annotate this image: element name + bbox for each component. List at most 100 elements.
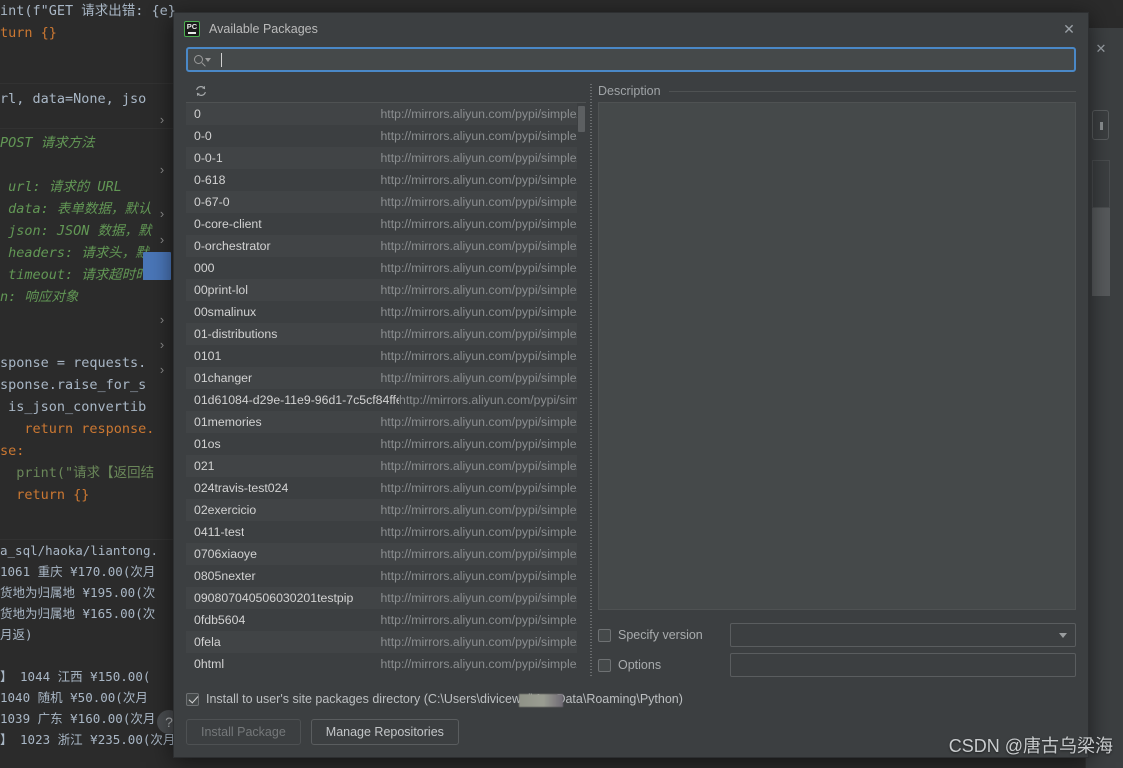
package-repository-url: http://mirrors.aliyun.com/pypi/simple/ <box>380 547 580 561</box>
package-name: 0 <box>194 107 201 121</box>
package-name: 0html <box>194 657 225 671</box>
package-repository-url: http://mirrors.aliyun.com/pypi/simple/ <box>380 591 580 605</box>
package-list: 0 http://mirrors.aliyun.com/pypi/simple/0… <box>186 103 586 680</box>
package-row[interactable]: 0706xiaoye http://mirrors.aliyun.com/pypi… <box>186 543 586 565</box>
fold-chevron-icon[interactable]: › <box>155 313 169 327</box>
refresh-icon[interactable] <box>194 84 208 98</box>
package-list-pane: 0 http://mirrors.aliyun.com/pypi/simple/0… <box>186 80 586 680</box>
package-repository-url: http://mirrors.aliyun.com/pypi/simple/ <box>380 217 580 231</box>
package-repository-url: http://mirrors.aliyun.com/pypi/simple/ <box>380 371 580 385</box>
options-label: Options <box>618 658 662 672</box>
package-row[interactable]: 01os http://mirrors.aliyun.com/pypi/simpl… <box>186 433 586 455</box>
search-row <box>174 45 1088 80</box>
package-name: 0-67-0 <box>194 195 230 209</box>
fold-chevron-icon[interactable]: › <box>155 338 169 352</box>
description-pane: Description Specify version Options <box>596 80 1076 680</box>
install-package-button[interactable]: Install Package <box>186 719 301 745</box>
fold-chevron-icon[interactable]: › <box>155 207 169 221</box>
background-window-close-icon[interactable]: ✕ <box>1094 42 1108 56</box>
fold-chevron-icon[interactable]: › <box>155 363 169 377</box>
background-tool-tab[interactable] <box>1092 110 1109 140</box>
package-row[interactable]: 00print-lol http://mirrors.aliyun.com/pyp… <box>186 279 586 301</box>
search-box[interactable] <box>186 47 1076 72</box>
package-name: 01d61084-d29e-11e9-96d1-7c5cf84ffe8e <box>194 393 399 407</box>
editor-scrollbar-thumb[interactable] <box>143 252 171 280</box>
package-repository-url: http://mirrors.aliyun.com/pypi/simple/ <box>380 437 580 451</box>
package-repository-url: http://mirrors.aliyun.com/pypi/simple/ <box>380 525 580 539</box>
manage-repositories-button[interactable]: Manage Repositories <box>310 719 459 745</box>
package-row[interactable]: 0-orchestrator http://mirrors.aliyun.com/… <box>186 235 586 257</box>
package-repository-url: http://mirrors.aliyun.com/pypi/simple/ <box>380 481 580 495</box>
package-name: 0411-test <box>194 525 245 539</box>
package-list-scrollbar-thumb[interactable] <box>578 106 585 132</box>
package-name: 00print-lol <box>194 283 248 297</box>
package-row[interactable]: 0html http://mirrors.aliyun.com/pypi/simp… <box>186 653 586 675</box>
package-row[interactable]: 01memories http://mirrors.aliyun.com/pypi… <box>186 411 586 433</box>
package-row[interactable]: 0fela http://mirrors.aliyun.com/pypi/simp… <box>186 631 586 653</box>
specify-version-label: Specify version <box>618 628 703 642</box>
package-name: 01changer <box>194 371 253 385</box>
package-row[interactable]: 0-618 http://mirrors.aliyun.com/pypi/simp… <box>186 169 586 191</box>
package-row[interactable]: 0101 http://mirrors.aliyun.com/pypi/simpl… <box>186 345 586 367</box>
package-repository-url: http://mirrors.aliyun.com/pypi/simple/ <box>380 239 580 253</box>
package-repository-url: http://mirrors.aliyun.com/pypi/simple/ <box>380 173 580 187</box>
package-row[interactable]: 0-0 http://mirrors.aliyun.com/pypi/simple… <box>186 125 586 147</box>
package-name: 0-0-1 <box>194 151 223 165</box>
package-name: 01-distributions <box>194 327 278 341</box>
package-name: 02exercicio <box>194 503 257 517</box>
package-repository-url: http://mirrors.aliyun.com/pypi/simple/ <box>380 613 580 627</box>
close-icon[interactable]: ✕ <box>1056 16 1082 42</box>
package-row[interactable]: 0 http://mirrors.aliyun.com/pypi/simple/ <box>186 103 586 125</box>
package-row[interactable]: 0-core-client http://mirrors.aliyun.com/p… <box>186 213 586 235</box>
package-name: 000 <box>194 261 215 275</box>
package-name: 0-618 <box>194 173 226 187</box>
package-row[interactable]: 024travis-test024 http://mirrors.aliyun.c… <box>186 477 586 499</box>
package-row[interactable]: 0805nexter http://mirrors.aliyun.com/pypi… <box>186 565 586 587</box>
pane-splitter[interactable] <box>586 80 596 680</box>
package-repository-url: http://mirrors.aliyun.com/pypi/simple/ <box>380 151 580 165</box>
install-to-user-site-row: Install to user's site packages director… <box>186 688 1076 710</box>
package-row[interactable]: 01changer http://mirrors.aliyun.com/pypi/… <box>186 367 586 389</box>
package-repository-url: http://mirrors.aliyun.com/pypi/simple/ <box>380 283 580 297</box>
package-name: 01memories <box>194 415 262 429</box>
package-name: 021 <box>194 459 215 473</box>
package-repository-url: http://mirrors.aliyun.com/pypi/simple/ <box>380 503 580 517</box>
background-scrollbar-thumb[interactable] <box>1092 208 1110 296</box>
fold-chevron-icon[interactable]: › <box>155 113 169 127</box>
package-row[interactable]: 01d61084-d29e-11e9-96d1-7c5cf84ffe8e http… <box>186 389 586 411</box>
options-input[interactable] <box>730 653 1076 677</box>
fold-chevron-down-icon[interactable]: › <box>155 233 169 247</box>
package-row[interactable]: 090807040506030201testpip http://mirrors.… <box>186 587 586 609</box>
package-row[interactable]: 01-distributions http://mirrors.aliyun.co… <box>186 323 586 345</box>
package-row[interactable]: 0-0-1 http://mirrors.aliyun.com/pypi/simp… <box>186 147 586 169</box>
package-row[interactable]: 00smalinux http://mirrors.aliyun.com/pypi… <box>186 301 586 323</box>
package-name: 01os <box>194 437 221 451</box>
package-name: 00smalinux <box>194 305 257 319</box>
package-repository-url: http://mirrors.aliyun.com/pypi/simple/ <box>380 305 580 319</box>
package-repository-url: http://mirrors.aliyun.com/pypi/simple/ <box>380 657 580 671</box>
search-input[interactable] <box>222 52 1068 67</box>
install-to-user-site-checkbox[interactable] <box>186 692 199 706</box>
package-row[interactable]: 021 http://mirrors.aliyun.com/pypi/simple… <box>186 455 586 477</box>
specify-version-checkbox[interactable] <box>598 628 611 642</box>
version-select[interactable] <box>730 623 1076 647</box>
package-repository-url: http://mirrors.aliyun.com/pypi/simple/ <box>380 635 580 649</box>
package-list-scroll-area[interactable]: 0 http://mirrors.aliyun.com/pypi/simple/0… <box>186 103 586 680</box>
package-name: 0-orchestrator <box>194 239 271 253</box>
editor-gutter: › › › › › › › <box>143 0 175 768</box>
fold-chevron-icon[interactable]: › <box>155 163 169 177</box>
available-packages-dialog: PC Available Packages ✕ 0 http://mirrors… <box>173 12 1089 758</box>
description-content <box>598 102 1076 610</box>
package-repository-url: http://mirrors.aliyun.com/pypi/simple/ <box>380 415 580 429</box>
package-row[interactable]: 02exercicio http://mirrors.aliyun.com/pyp… <box>186 499 586 521</box>
description-label: Description <box>598 84 661 98</box>
package-row[interactable]: 0411-test http://mirrors.aliyun.com/pypi/… <box>186 521 586 543</box>
package-repository-url: http://mirrors.aliyun.com/pypi/simple/ <box>380 107 580 121</box>
package-row[interactable]: 0fdb5604 http://mirrors.aliyun.com/pypi/s… <box>186 609 586 631</box>
package-row[interactable]: 0-67-0 http://mirrors.aliyun.com/pypi/sim… <box>186 191 586 213</box>
package-name: 024travis-test024 <box>194 481 289 495</box>
options-checkbox[interactable] <box>598 658 611 672</box>
package-list-scrollbar[interactable] <box>577 103 586 680</box>
package-row[interactable]: 000 http://mirrors.aliyun.com/pypi/simple… <box>186 257 586 279</box>
package-name: 0706xiaoye <box>194 547 257 561</box>
